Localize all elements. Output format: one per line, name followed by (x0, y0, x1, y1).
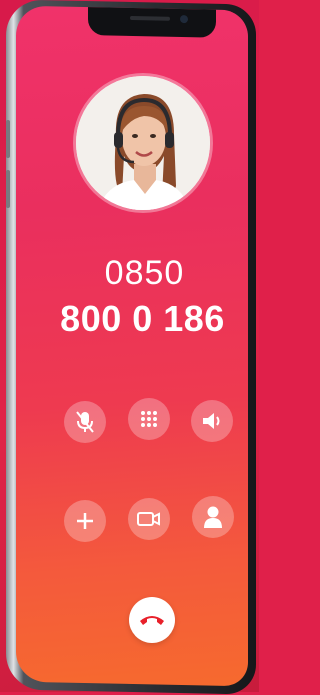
phone-number: 800 0 186 (60, 298, 225, 339)
video-call-button[interactable] (128, 498, 170, 540)
keypad-button[interactable] (128, 398, 170, 440)
mic-off-icon (76, 411, 94, 433)
volume-down-button (6, 170, 10, 208)
contacts-icon (204, 506, 222, 528)
end-call-button[interactable] (129, 597, 175, 643)
video-icon (137, 512, 160, 526)
earpiece-speaker (130, 15, 170, 21)
phone-number-prefix: 0850 (104, 254, 185, 292)
add-call-icon (77, 513, 93, 529)
volume-up-button (6, 120, 10, 158)
notch (88, 5, 216, 38)
phone: 0850 800 0 186 (0, 0, 259, 695)
add-call-button[interactable] (64, 500, 106, 542)
speaker-button[interactable] (191, 400, 233, 442)
front-camera (180, 15, 188, 24)
phone-hangup-icon (140, 616, 164, 625)
mute-button[interactable] (64, 401, 106, 443)
keypad-icon (141, 411, 157, 427)
caller-avatar (76, 76, 210, 210)
contacts-button[interactable] (192, 496, 234, 538)
agent-photo-icon (76, 76, 210, 210)
speaker-icon (203, 413, 220, 429)
